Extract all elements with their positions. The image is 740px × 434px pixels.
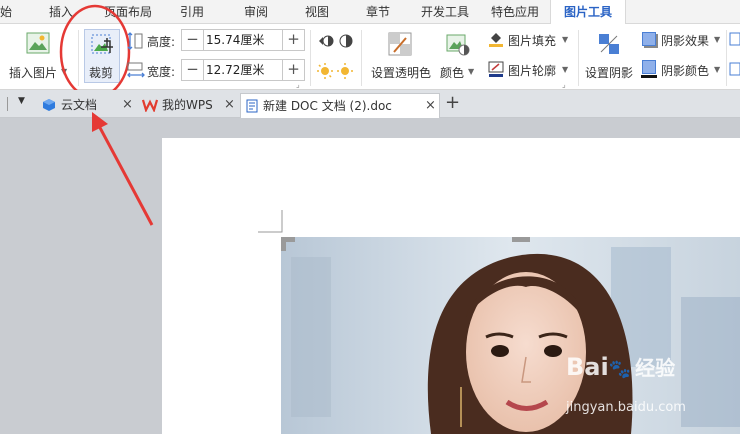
height-increase-button[interactable]: + (282, 30, 304, 50)
dialog-launcher-icon[interactable]: ⌟ (562, 80, 566, 89)
height-icon (127, 32, 143, 50)
height-decrease-button[interactable]: − (182, 30, 204, 50)
margin-corner-marker (258, 210, 283, 233)
width-input[interactable]: 12.72厘米 (206, 60, 264, 80)
set-transparent-color-label: 设置透明色 (371, 66, 432, 80)
tab-new-doc[interactable]: 新建 DOC 文档 (2).doc × (240, 93, 440, 118)
annotation-circle (59, 4, 131, 100)
picture-fill-button[interactable]: 图片填充 ▼ (486, 29, 570, 51)
width-icon (127, 62, 145, 78)
width-decrease-button[interactable]: − (182, 60, 204, 80)
ribbon-divider (310, 30, 311, 86)
menu-item-developer[interactable]: 开发工具 (421, 0, 469, 24)
contrast-icon[interactable] (316, 32, 356, 50)
ribbon-overflow-icon[interactable] (729, 62, 740, 76)
height-stepper[interactable]: − 15.74厘米 + (181, 29, 305, 51)
paw-icon: 🐾 (608, 359, 632, 380)
insert-picture-label: 插入图片 (9, 66, 58, 80)
brightness-icon[interactable] (316, 60, 356, 80)
menu-item-review[interactable]: 审阅 (244, 0, 268, 24)
tab-divider (7, 97, 8, 111)
shadow-icon (599, 34, 619, 54)
color-label: 颜色 (440, 66, 465, 80)
picture-outline-button[interactable]: 图片轮廓 ▼ (486, 59, 570, 81)
crop-handle[interactable] (281, 237, 286, 251)
chevron-down-icon: ▼ (562, 65, 569, 74)
menu-item-special-apps[interactable]: 特色应用 (491, 0, 539, 24)
paint-bucket-icon (489, 33, 503, 47)
tab-label: 我的WPS (162, 98, 213, 112)
shadow-effect-button[interactable]: 阴影效果 ▼ (640, 29, 722, 51)
shadow-effect-label: 阴影效果 (661, 34, 710, 48)
color-button[interactable]: 颜色 ▼ (438, 30, 478, 86)
menu-item-picture-tools[interactable]: 图片工具 (550, 0, 626, 24)
picture-outline-label: 图片轮廓 (508, 64, 557, 78)
chevron-down-icon: ▼ (468, 67, 475, 76)
chevron-down-icon: ▼ (714, 35, 721, 44)
close-icon[interactable]: × (425, 94, 436, 118)
close-icon[interactable]: × (224, 93, 235, 117)
transparent-color-icon (388, 32, 412, 56)
set-shadow-button[interactable]: 设置阴影 (584, 30, 636, 86)
watermark-brand-tail: 经验 (635, 356, 676, 380)
set-transparent-color-button[interactable]: 设置透明色 (368, 30, 432, 86)
crop-handle[interactable] (512, 237, 530, 242)
shadow-color-icon (642, 60, 656, 74)
menu-item-references[interactable]: 引用 (180, 0, 204, 24)
menu-item-home[interactable]: 始 (0, 0, 14, 24)
tab-list-dropdown-icon[interactable]: ▼ (18, 96, 25, 106)
shadow-color-swatch (641, 75, 657, 78)
chevron-down-icon: ▼ (562, 35, 569, 44)
shadow-color-label: 阴影颜色 (661, 64, 710, 78)
watermark-brand: Bai🐾 经验 (566, 352, 675, 381)
picture-icon (26, 32, 50, 54)
height-label: 高度: (147, 35, 176, 49)
watermark-brand-text: Bai (566, 353, 609, 381)
set-shadow-label: 设置阴影 (585, 66, 634, 80)
shadow-effect-icon (642, 32, 656, 46)
menu-item-view[interactable]: 视图 (305, 0, 329, 24)
ribbon-divider (578, 30, 579, 86)
ribbon-divider (726, 30, 727, 86)
new-tab-button[interactable]: + (445, 92, 460, 113)
menu-item-section[interactable]: 章节 (366, 0, 390, 24)
chevron-down-icon: ▼ (714, 65, 721, 74)
tab-label: 新建 DOC 文档 (2).doc (263, 99, 392, 113)
width-stepper[interactable]: − 12.72厘米 + (181, 59, 305, 81)
height-input[interactable]: 15.74厘米 (206, 30, 264, 50)
picture-fill-label: 图片填充 (508, 34, 557, 48)
ribbon-overflow-icon[interactable] (729, 32, 740, 46)
width-increase-button[interactable]: + (282, 60, 304, 80)
doc-file-icon (246, 99, 258, 113)
image-color-icon (446, 34, 470, 56)
pen-outline-icon (488, 61, 504, 77)
shadow-color-button[interactable]: 阴影颜色 ▼ (640, 59, 722, 81)
ribbon-divider (361, 30, 362, 86)
ribbon-toolbar: 插入图片 ▼ 裁剪 高度: − 15.74厘米 + 宽度: − 12.72厘米 … (0, 4, 740, 100)
dialog-launcher-icon[interactable]: ⌟ (296, 80, 300, 89)
watermark-domain: jingyan.baidu.com (566, 400, 686, 415)
cloud-doc-icon (43, 99, 55, 111)
annotation-arrow (92, 112, 154, 226)
width-label: 宽度: (147, 65, 176, 79)
